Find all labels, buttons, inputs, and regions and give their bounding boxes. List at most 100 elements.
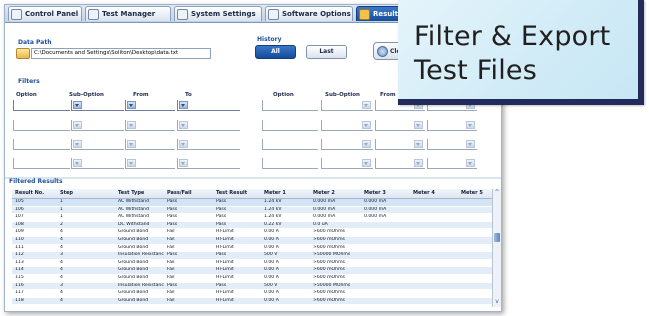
dropdown-arrow-icon[interactable] bbox=[73, 159, 82, 167]
dropdown-arrow-icon[interactable] bbox=[466, 159, 475, 167]
filter-field[interactable] bbox=[427, 158, 477, 169]
dropdown-arrow-icon[interactable] bbox=[466, 140, 475, 148]
column-header[interactable]: Meter 5 bbox=[461, 190, 483, 196]
tab-control-panel[interactable]: Control Panel bbox=[8, 6, 82, 21]
dropdown-arrow-icon[interactable] bbox=[414, 121, 423, 129]
dropdown-arrow-icon[interactable] bbox=[73, 121, 82, 129]
dropdown-arrow-icon[interactable] bbox=[362, 159, 371, 167]
filter-field[interactable] bbox=[262, 100, 318, 111]
filter-field[interactable] bbox=[13, 120, 70, 131]
column-header[interactable]: Step bbox=[60, 190, 73, 196]
dropdown-arrow-icon[interactable] bbox=[362, 121, 371, 129]
history-all-button[interactable]: All bbox=[255, 45, 296, 59]
filter-field[interactable] bbox=[125, 100, 175, 111]
table-row[interactable]: 116 3 Insulation Resistanc Pass Pass 500 V >50… bbox=[12, 282, 492, 290]
tab-software-options[interactable]: Software Options bbox=[265, 6, 353, 21]
column-header[interactable]: Meter 3 bbox=[364, 190, 386, 196]
filter-field[interactable] bbox=[427, 120, 477, 131]
filter-field[interactable] bbox=[71, 100, 124, 111]
table-row[interactable]: 108 2 DC Withstand Pass Pass 0.22 kV 0.0 uA bbox=[12, 221, 492, 229]
column-header[interactable]: Meter 4 bbox=[413, 190, 435, 196]
filter-field[interactable] bbox=[13, 100, 70, 111]
table-cell: >600 mOhms bbox=[313, 267, 345, 273]
dropdown-arrow-icon[interactable] bbox=[414, 140, 423, 148]
filter-field[interactable] bbox=[262, 120, 318, 131]
table-cell: Fail bbox=[167, 244, 175, 250]
table-row[interactable]: 106 1 AC Withstand Pass Pass 1.24 kV 0.000 mA 0… bbox=[12, 206, 492, 214]
dropdown-arrow-icon[interactable] bbox=[179, 140, 188, 148]
table-cell: 0.00 A bbox=[264, 290, 279, 296]
dropdown-arrow-icon[interactable] bbox=[179, 101, 188, 109]
table-row[interactable]: 109 4 Ground Bond Fail HI-Limit 0.00 A >600 mO… bbox=[12, 229, 492, 236]
filter-field[interactable] bbox=[321, 120, 373, 131]
filter-field[interactable] bbox=[321, 158, 373, 169]
table-row[interactable]: 118 4 Ground Bond Fail HI-Limit 0.00 A >600 mO… bbox=[12, 297, 492, 305]
table-row[interactable]: 112 3 Insulation Resistanc Pass Pass 500 V >50… bbox=[12, 252, 492, 259]
dropdown-arrow-icon[interactable] bbox=[127, 101, 136, 109]
table-row[interactable]: 111 4 Ground Bond Fail HI-Limit 0.00 A >600 mO… bbox=[12, 244, 492, 252]
dropdown-arrow-icon[interactable] bbox=[73, 101, 82, 109]
table-cell: 0.00 A bbox=[264, 275, 279, 280]
filter-field[interactable] bbox=[321, 139, 373, 150]
table-row[interactable]: 117 4 Ground Bond Fail HI-Limit 0.00 A >600 mO… bbox=[12, 290, 492, 297]
tab-system-settings[interactable]: System Settings bbox=[174, 6, 262, 21]
history-last-button[interactable]: Last bbox=[306, 45, 347, 59]
results-scrollbar[interactable]: ^ v bbox=[492, 189, 501, 307]
filter-header-sub-option: Sub-Option bbox=[69, 92, 104, 98]
filter-field[interactable] bbox=[177, 100, 240, 111]
filter-field[interactable] bbox=[177, 120, 240, 131]
table-row[interactable]: 110 4 Ground Bond Fail HI-Limit 0.00 A >600 mO… bbox=[12, 237, 492, 244]
filter-field[interactable] bbox=[177, 158, 240, 169]
data-path-field[interactable]: C:\Documents and Settings\Soliton\Deskto… bbox=[31, 48, 211, 59]
filter-field[interactable] bbox=[177, 139, 240, 150]
filter-field[interactable] bbox=[375, 120, 425, 131]
filter-field[interactable] bbox=[262, 139, 318, 150]
filter-field[interactable] bbox=[13, 158, 70, 169]
tab-test-manager[interactable]: Test Manager bbox=[85, 6, 171, 21]
table-row[interactable]: 105 1 AC Withstand Pass Pass 1.24 kV 0.000 mA 0… bbox=[12, 199, 492, 206]
dropdown-arrow-icon[interactable] bbox=[127, 159, 136, 167]
table-row[interactable]: 114 4 Ground Bond Fail HI-Limit 0.00 A >600 mO… bbox=[12, 267, 492, 274]
column-header[interactable]: Meter 2 bbox=[313, 190, 335, 196]
filter-field[interactable] bbox=[427, 139, 477, 150]
results-table-header: Result No. Step Test Type Pass/Fail Test Res… bbox=[12, 189, 492, 199]
filter-field[interactable] bbox=[375, 158, 425, 169]
filter-field[interactable] bbox=[71, 120, 124, 131]
column-header[interactable]: Meter 1 bbox=[264, 190, 286, 196]
dropdown-arrow-icon[interactable] bbox=[127, 140, 136, 148]
table-cell: 3 bbox=[60, 252, 63, 258]
filter-field[interactable] bbox=[262, 158, 318, 169]
dropdown-arrow-icon[interactable] bbox=[179, 159, 188, 167]
filter-field[interactable] bbox=[125, 139, 175, 150]
table-cell: 4 bbox=[60, 244, 63, 250]
column-header[interactable]: Test Result bbox=[216, 190, 247, 196]
table-cell: HI-Limit bbox=[216, 259, 234, 265]
dropdown-arrow-icon[interactable] bbox=[127, 121, 136, 129]
filter-field[interactable] bbox=[125, 120, 175, 131]
scroll-thumb[interactable] bbox=[494, 233, 500, 242]
filter-field[interactable] bbox=[321, 100, 373, 111]
dropdown-arrow-icon[interactable] bbox=[466, 121, 475, 129]
column-header[interactable]: Test Type bbox=[118, 190, 144, 196]
column-header[interactable]: Result No. bbox=[15, 190, 44, 196]
dropdown-arrow-icon[interactable] bbox=[73, 140, 82, 148]
filter-field[interactable] bbox=[71, 139, 124, 150]
dropdown-arrow-icon[interactable] bbox=[362, 140, 371, 148]
dropdown-arrow-icon[interactable] bbox=[414, 159, 423, 167]
filter-field[interactable] bbox=[375, 139, 425, 150]
table-row[interactable]: 107 1 AC Withstand Pass Pass 1.24 kV 0.000 mA 0… bbox=[12, 214, 492, 221]
filtered-results-label: Filtered Results bbox=[9, 178, 63, 185]
filter-field[interactable] bbox=[71, 158, 124, 169]
system-settings-icon bbox=[177, 8, 188, 20]
table-cell: Ground Bond bbox=[118, 290, 149, 296]
column-header[interactable]: Pass/Fail bbox=[167, 190, 192, 196]
dropdown-arrow-icon[interactable] bbox=[362, 101, 371, 109]
folder-browse-icon[interactable] bbox=[16, 48, 30, 59]
table-row[interactable]: 115 4 Ground Bond Fail HI-Limit 0.00 A >600 mO… bbox=[12, 275, 492, 282]
filter-field[interactable] bbox=[125, 158, 175, 169]
filter-field[interactable] bbox=[13, 139, 70, 150]
scroll-up-icon[interactable]: ^ bbox=[494, 190, 500, 196]
table-row[interactable]: 113 4 Ground Bond Fail HI-Limit 0.00 A >600 mO… bbox=[12, 259, 492, 267]
dropdown-arrow-icon[interactable] bbox=[179, 121, 188, 129]
scroll-down-icon[interactable]: v bbox=[494, 299, 500, 305]
